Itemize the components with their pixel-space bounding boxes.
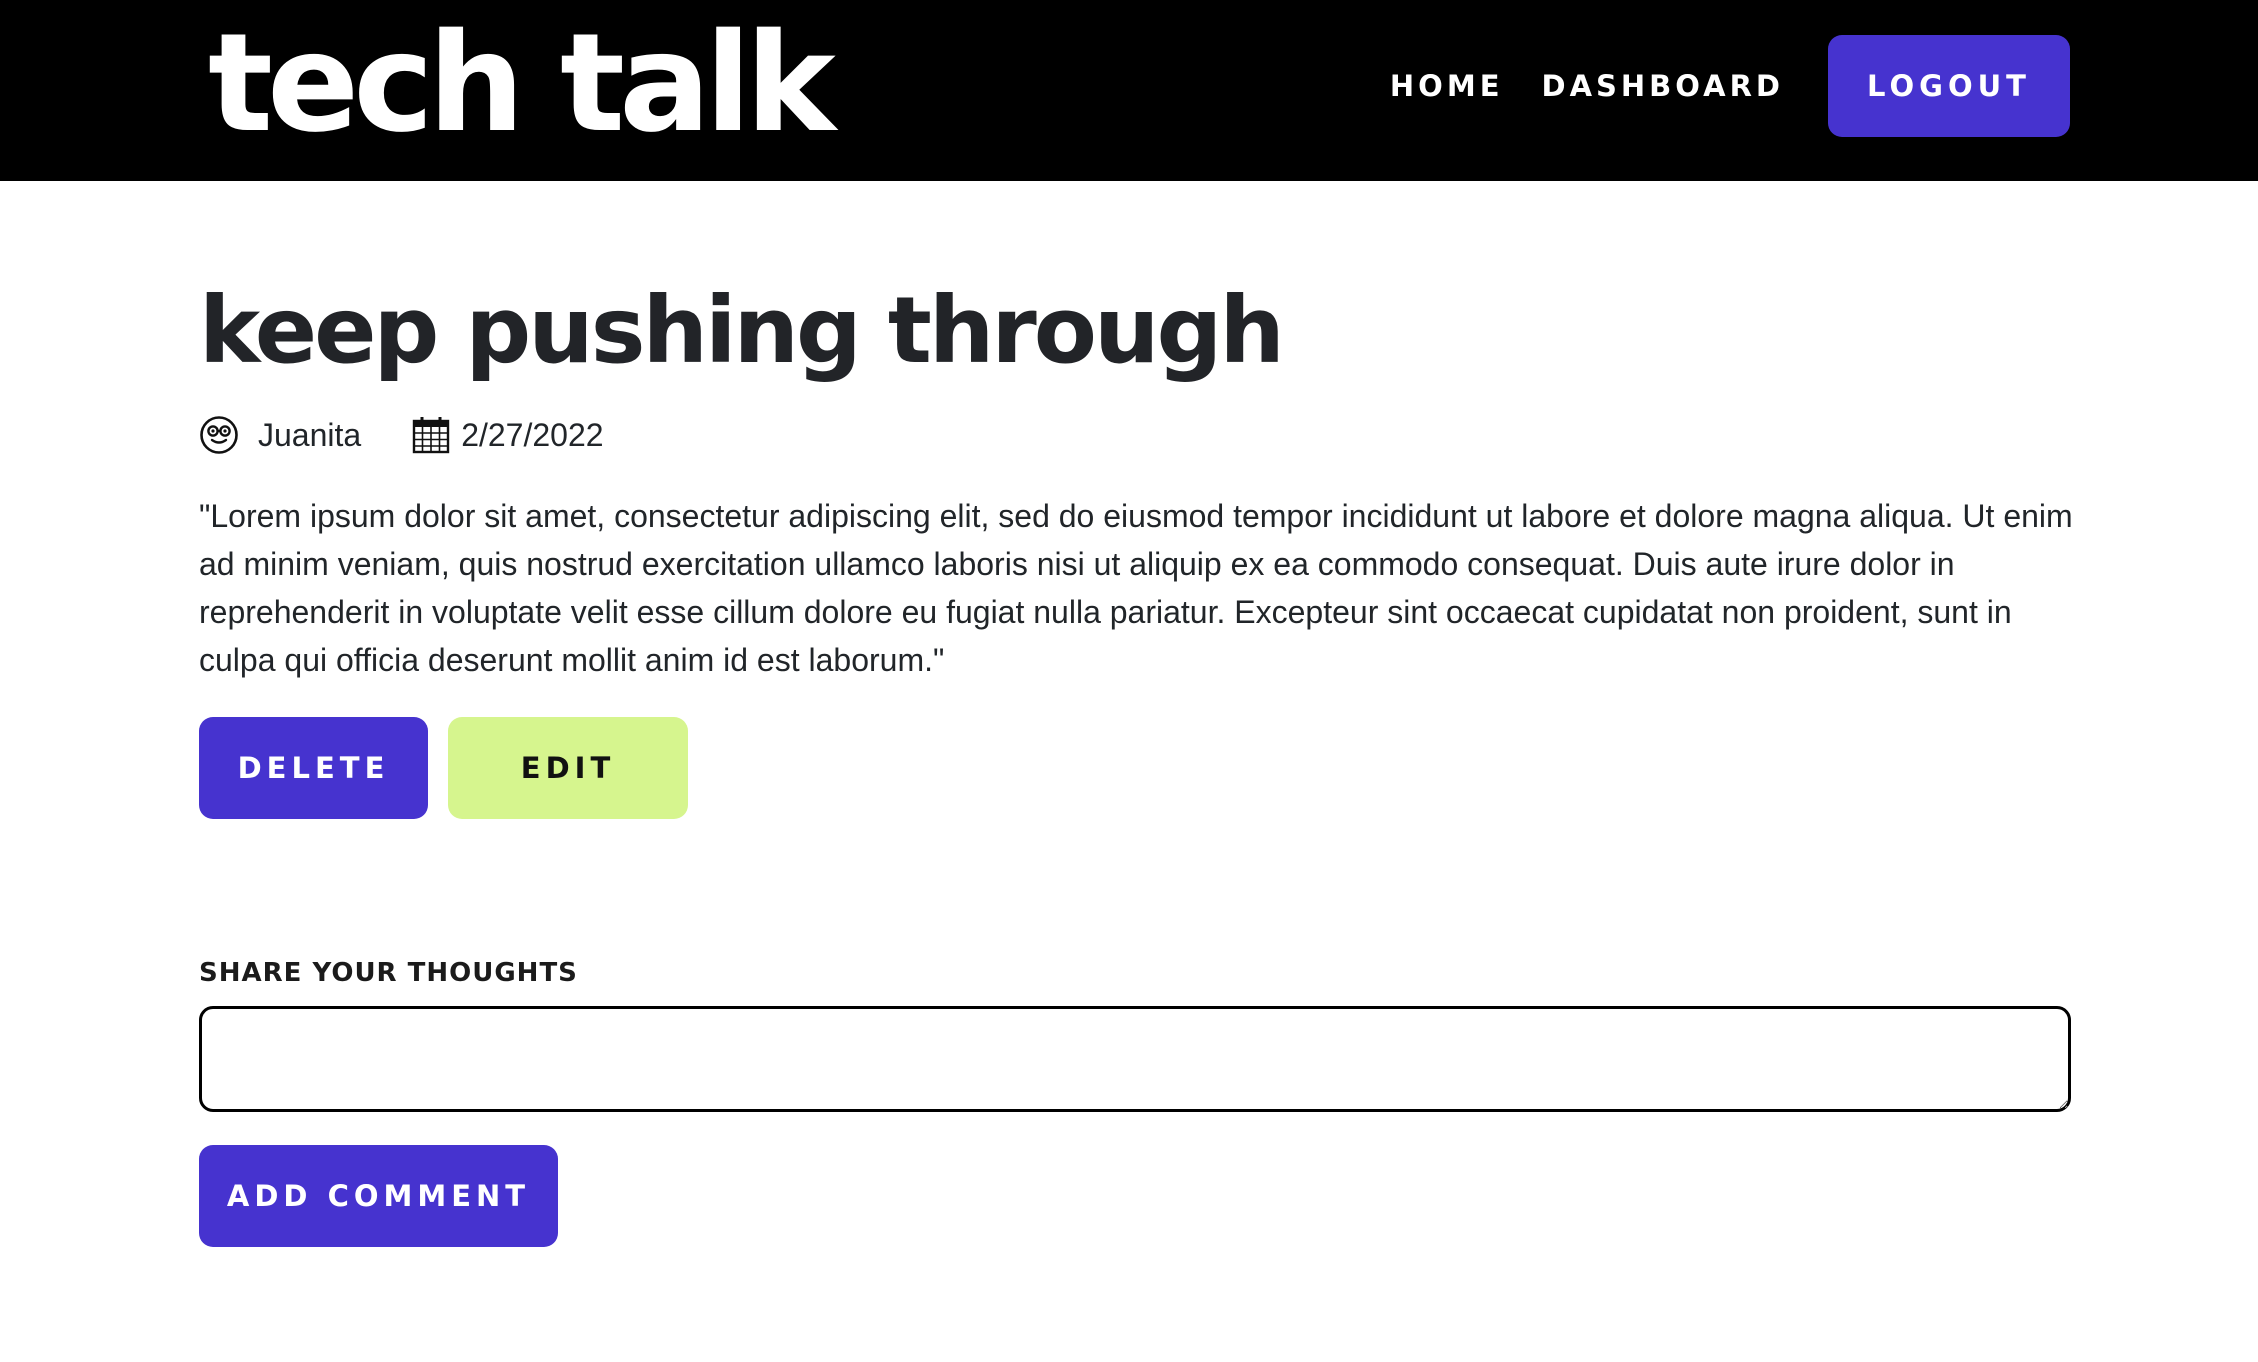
brand-logo[interactable]: tech talk: [208, 4, 836, 164]
post-title: keep pushing through: [199, 277, 1285, 384]
post-meta: Juanita 2/27/2022: [199, 409, 604, 461]
logout-button[interactable]: LOGOUT: [1828, 35, 2070, 137]
delete-button[interactable]: DELETE: [199, 717, 428, 819]
main-nav: HOME DASHBOARD LOGOUT: [1390, 35, 2070, 137]
post-actions: DELETE EDIT: [199, 717, 688, 819]
site-header: tech talk HOME DASHBOARD LOGOUT: [0, 0, 2258, 181]
user-glasses-icon: [199, 415, 239, 455]
post-body: "Lorem ipsum dolor sit amet, consectetur…: [199, 498, 2073, 678]
edit-button[interactable]: EDIT: [448, 717, 688, 819]
comment-input[interactable]: [199, 1006, 2071, 1112]
nav-home-link[interactable]: HOME: [1390, 69, 1504, 103]
post-author: Juanita: [258, 416, 362, 453]
add-comment-button[interactable]: ADD COMMENT: [199, 1145, 558, 1247]
nav-dashboard-link[interactable]: DASHBOARD: [1542, 69, 1785, 103]
calendar-icon: [411, 415, 451, 455]
post-date: 2/27/2022: [461, 416, 604, 453]
comment-label: SHARE YOUR THOUGHTS: [199, 958, 578, 988]
